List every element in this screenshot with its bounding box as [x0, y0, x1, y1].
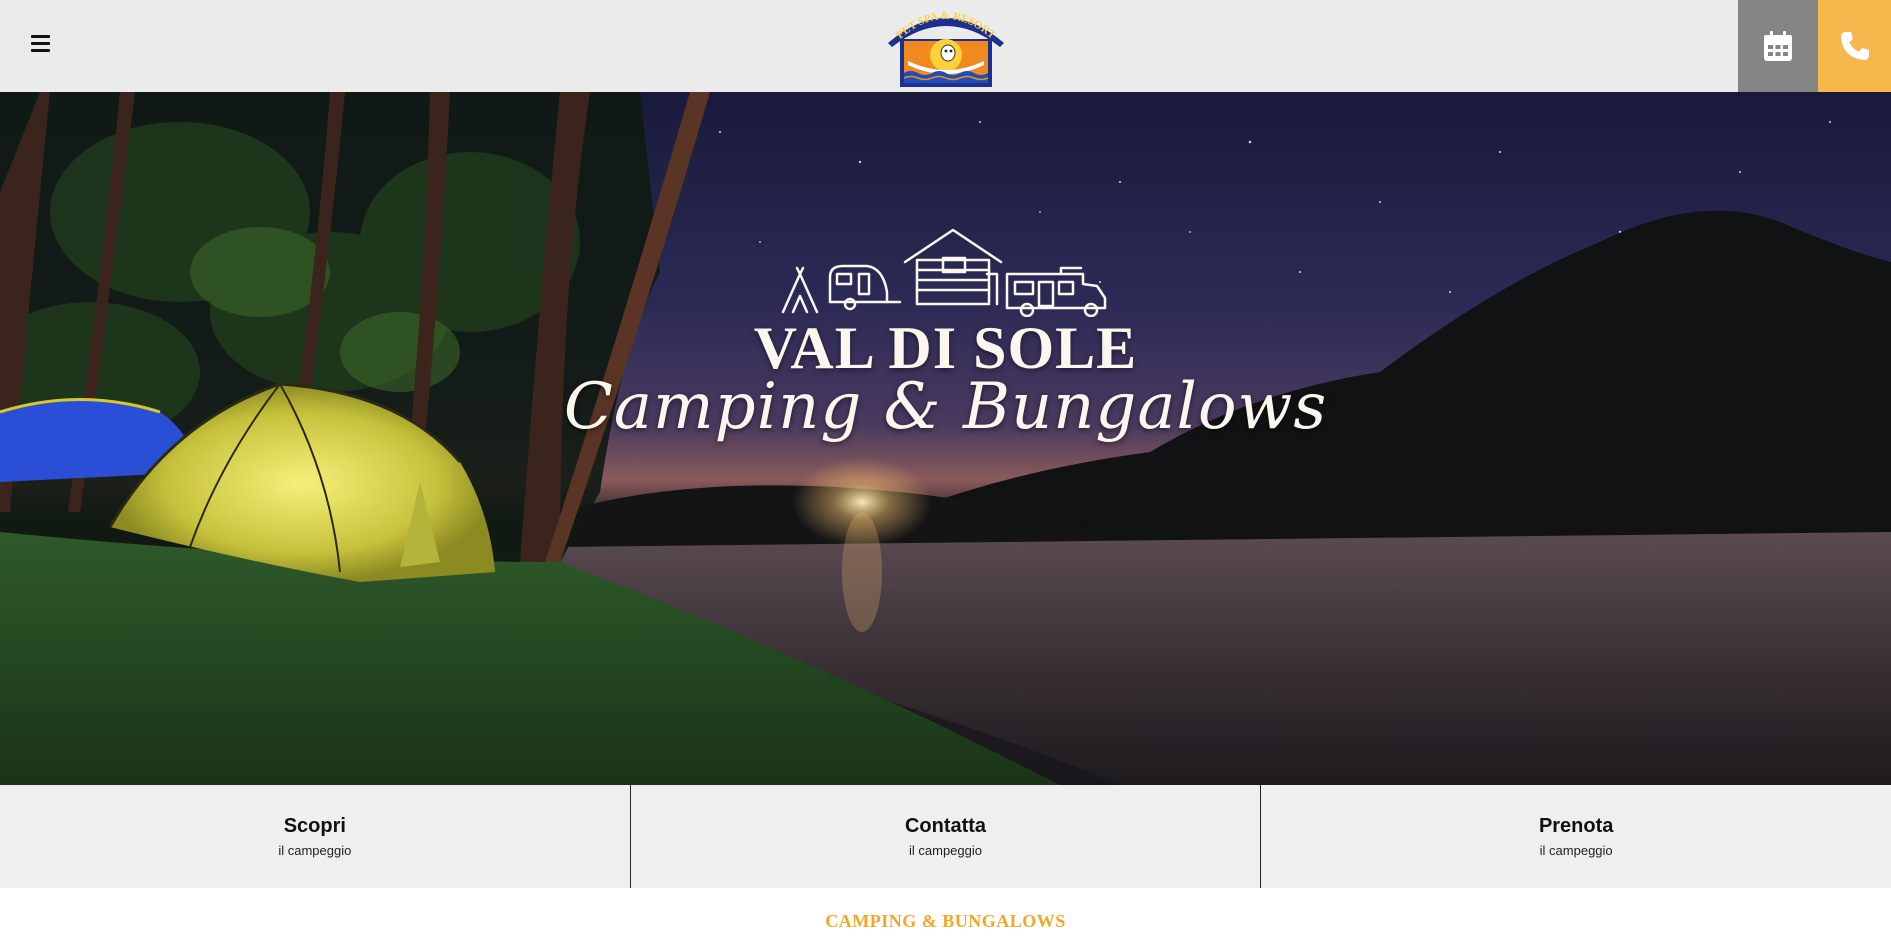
top-header: PET SPA & RESORT: [0, 0, 1891, 92]
logo[interactable]: PET SPA & RESORT: [882, 3, 1010, 89]
quick-link-subtitle: il campeggio: [909, 843, 982, 858]
quick-link-title: Scopri: [283, 815, 346, 837]
hero-subtitle: Camping & Bungalows: [563, 370, 1328, 444]
quick-link-subtitle: il campeggio: [1539, 843, 1613, 858]
calendar-button[interactable]: [1738, 0, 1818, 92]
hamburger-menu-icon[interactable]: [28, 32, 56, 56]
page: PET SPA & RESORT VAL DI SOLE Camping & B…: [0, 0, 1891, 946]
camper-icon: [1005, 266, 1107, 318]
quick-link-subtitle: il campeggio: [278, 843, 352, 858]
tent-icon: [781, 266, 819, 314]
phone-button[interactable]: [1818, 0, 1891, 92]
quick-link-title: Contatta: [904, 815, 987, 837]
caravan-icon: [828, 264, 902, 311]
quick-link-prenota[interactable]: Prenota il campeggio: [1260, 785, 1891, 888]
pet-spa-resort-logo: PET SPA & RESORT: [888, 10, 1004, 87]
quick-link-contatta[interactable]: Contatta il campeggio: [629, 785, 1261, 888]
quick-link-scopri[interactable]: Scopri il campeggio: [0, 785, 630, 888]
hero-banner: VAL DI SOLE Camping & Bungalows: [0, 92, 1891, 785]
calendar-icon: [1764, 31, 1792, 61]
hero-campsite-icons: [775, 222, 1115, 322]
bungalow-icon: [903, 228, 1003, 306]
phone-icon: [1840, 32, 1869, 60]
section-heading: CAMPING & BUNGALOWS: [825, 911, 1066, 931]
quick-link-title: Prenota: [1538, 815, 1614, 837]
quick-links-bar: Scopri il campeggio Contatta il campeggi…: [0, 785, 1891, 888]
